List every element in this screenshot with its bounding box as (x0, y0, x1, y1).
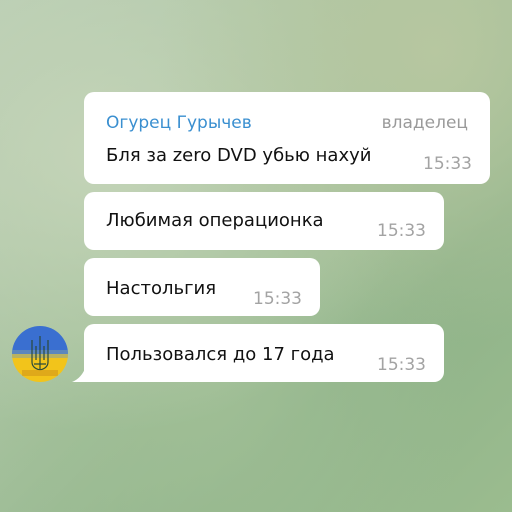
message-text: Бля за zero DVD убью нахуй (106, 145, 372, 166)
message-bubble[interactable]: Пользовался до 17 года 15:33 (84, 324, 444, 382)
message-text: Любимая операционка (106, 210, 324, 231)
admin-role-label: владелец (381, 113, 468, 133)
message-bubble[interactable]: Настольгия 15:33 (84, 258, 320, 316)
ukraine-flag-trident-icon (12, 326, 68, 382)
message-bubble[interactable]: Огурец Гурычев владелец Бля за zero DVD … (84, 92, 490, 184)
message-time: 15:33 (377, 221, 426, 241)
bubble-tail (72, 366, 86, 382)
message-time: 15:33 (377, 355, 426, 375)
avatar[interactable] (12, 326, 68, 382)
sender-name[interactable]: Огурец Гурычев (106, 112, 252, 134)
message-text: Настольгия (106, 278, 217, 299)
message-time: 15:33 (253, 289, 302, 309)
message-time: 15:33 (423, 154, 472, 174)
message-bubble[interactable]: Любимая операционка 15:33 (84, 192, 444, 250)
message-text: Пользовался до 17 года (106, 344, 335, 365)
chat-area: Огурец Гурычев владелец Бля за zero DVD … (0, 0, 512, 512)
